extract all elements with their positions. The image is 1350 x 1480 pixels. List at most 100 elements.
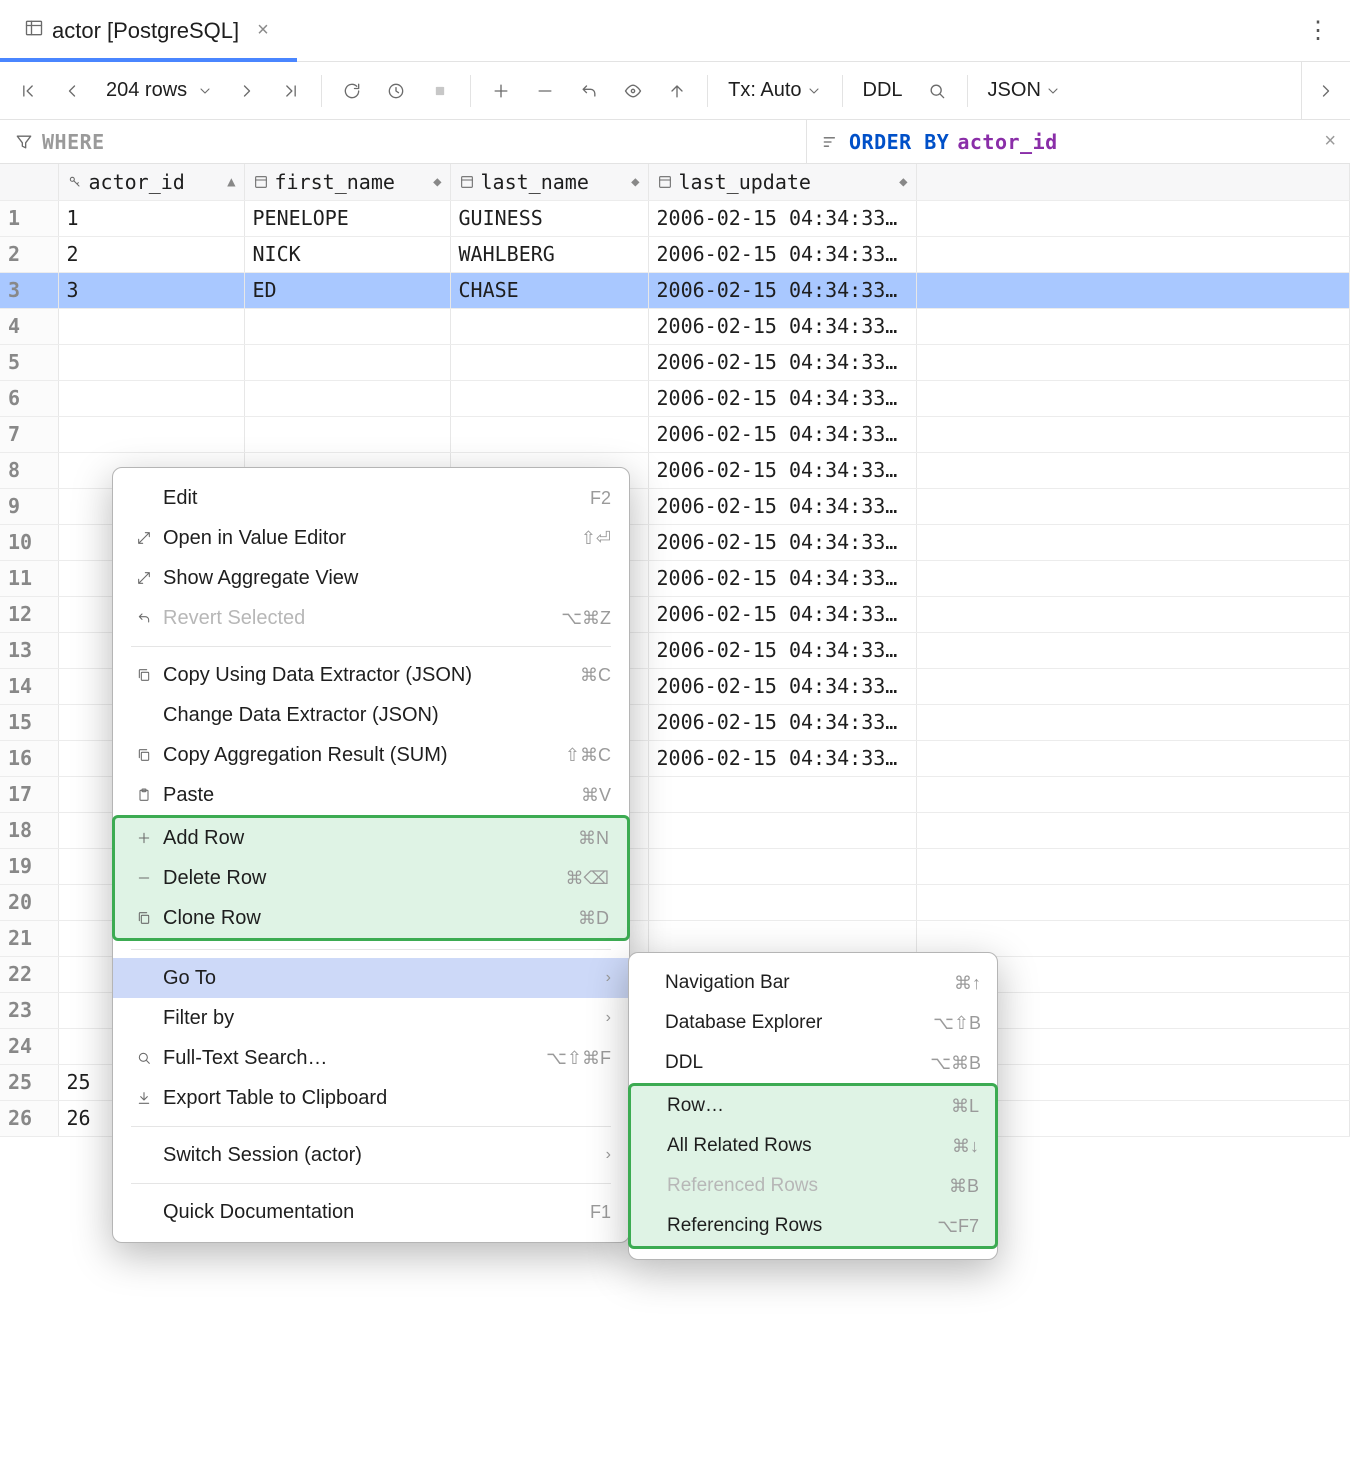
table-row[interactable]: 6 2006-02-15 04:34:33…: [0, 380, 1350, 416]
cell-last_name[interactable]: WAHLBERG: [450, 236, 648, 272]
clear-order-icon[interactable]: ×: [1324, 130, 1336, 153]
row-gutter[interactable]: 25: [0, 1064, 58, 1100]
cell-last_update[interactable]: 2006-02-15 04:34:33…: [648, 524, 916, 560]
submit-button[interactable]: [655, 72, 699, 110]
auto-refresh-button[interactable]: [374, 72, 418, 110]
cell-last_update[interactable]: 2006-02-15 04:34:33…: [648, 668, 916, 704]
menu-copy-aggregation[interactable]: Copy Aggregation Result (SUM)⇧⌘C: [113, 735, 629, 775]
row-gutter[interactable]: 4: [0, 308, 58, 344]
cell-last_update[interactable]: 2006-02-15 04:34:33…: [648, 632, 916, 668]
row-gutter[interactable]: 15: [0, 704, 58, 740]
column-header-first_name[interactable]: first_name ◆: [244, 164, 450, 200]
row-gutter[interactable]: 19: [0, 848, 58, 884]
row-gutter[interactable]: 9: [0, 488, 58, 524]
row-gutter[interactable]: 6: [0, 380, 58, 416]
cell-last_name[interactable]: [450, 416, 648, 452]
cell-actor_id[interactable]: [58, 416, 244, 452]
cell-first_name[interactable]: [244, 308, 450, 344]
table-row[interactable]: 7 2006-02-15 04:34:33…: [0, 416, 1350, 452]
table-row[interactable]: 52006-02-15 04:34:33…: [0, 344, 1350, 380]
row-gutter[interactable]: 3: [0, 272, 58, 308]
row-gutter[interactable]: 8: [0, 452, 58, 488]
cell-last_update[interactable]: [648, 920, 916, 956]
menu-export-clipboard[interactable]: Export Table to Clipboard: [113, 1078, 629, 1118]
row-count-dropdown[interactable]: 204 rows: [94, 79, 225, 102]
cell-last_name[interactable]: CHASE: [450, 272, 648, 308]
row-gutter[interactable]: 10: [0, 524, 58, 560]
tab-actor[interactable]: actor [PostgreSQL] ×: [0, 0, 297, 61]
last-page-button[interactable]: [269, 72, 313, 110]
cell-actor_id[interactable]: [58, 380, 244, 416]
menu-delete-row[interactable]: Delete Row⌘⌫: [115, 858, 627, 898]
cell-actor_id[interactable]: [58, 308, 244, 344]
first-page-button[interactable]: [6, 72, 50, 110]
row-gutter[interactable]: 16: [0, 740, 58, 776]
row-gutter[interactable]: 21: [0, 920, 58, 956]
cell-last_update[interactable]: 2006-02-15 04:34:33…: [648, 308, 916, 344]
row-gutter[interactable]: 2: [0, 236, 58, 272]
cell-last_update[interactable]: 2006-02-15 04:34:33…: [648, 488, 916, 524]
menu-paste[interactable]: Paste⌘V: [113, 775, 629, 815]
cell-last_update[interactable]: 2006-02-15 04:34:33…: [648, 452, 916, 488]
cell-last_update[interactable]: 2006-02-15 04:34:33…: [648, 416, 916, 452]
cell-last_update[interactable]: 2006-02-15 04:34:33…: [648, 704, 916, 740]
menu-copy-json[interactable]: Copy Using Data Extractor (JSON)⌘C: [113, 655, 629, 695]
cell-last_name[interactable]: [450, 380, 648, 416]
table-row[interactable]: 22NICKWAHLBERG2006-02-15 04:34:33…: [0, 236, 1350, 272]
submenu-referencing-rows[interactable]: Referencing Rows⌥F7: [631, 1206, 995, 1246]
cell-last_update[interactable]: [648, 812, 916, 848]
cell-first_name[interactable]: [244, 380, 450, 416]
cell-first_name[interactable]: ED: [244, 272, 450, 308]
submenu-all-related-rows[interactable]: All Related Rows⌘↓: [631, 1126, 995, 1166]
cell-first_name[interactable]: [244, 344, 450, 380]
cell-last_update[interactable]: 2006-02-15 04:34:33…: [648, 200, 916, 236]
table-row[interactable]: 11PENELOPEGUINESS2006-02-15 04:34:33…: [0, 200, 1350, 236]
row-gutter[interactable]: 5: [0, 344, 58, 380]
menu-go-to[interactable]: Go To›: [113, 958, 629, 998]
cell-last_update[interactable]: 2006-02-15 04:34:33…: [648, 740, 916, 776]
submenu-navigation-bar[interactable]: Navigation Bar⌘↑: [629, 963, 997, 1003]
cell-first_name[interactable]: NICK: [244, 236, 450, 272]
row-gutter[interactable]: 7: [0, 416, 58, 452]
tx-mode-dropdown[interactable]: Tx: Auto: [716, 72, 833, 110]
export-format-dropdown[interactable]: JSON: [976, 72, 1073, 110]
row-gutter[interactable]: 22: [0, 956, 58, 992]
row-gutter[interactable]: 23: [0, 992, 58, 1028]
row-gutter[interactable]: 1: [0, 200, 58, 236]
menu-clone-row[interactable]: Clone Row⌘D: [115, 898, 627, 938]
cell-actor_id[interactable]: 3: [58, 272, 244, 308]
cell-last_update[interactable]: 2006-02-15 04:34:33…: [648, 272, 916, 308]
cell-last_update[interactable]: [648, 848, 916, 884]
delete-row-button[interactable]: [523, 72, 567, 110]
ddl-button[interactable]: DDL: [851, 72, 915, 110]
column-header-actor_id[interactable]: actor_id ▲: [58, 164, 244, 200]
close-icon[interactable]: ×: [247, 15, 279, 46]
row-gutter[interactable]: 13: [0, 632, 58, 668]
cell-last_name[interactable]: GUINESS: [450, 200, 648, 236]
row-gutter[interactable]: 12: [0, 596, 58, 632]
where-filter-input[interactable]: WHERE: [0, 120, 806, 163]
cell-last_update[interactable]: [648, 884, 916, 920]
cell-last_update[interactable]: 2006-02-15 04:34:33…: [648, 380, 916, 416]
row-gutter[interactable]: 24: [0, 1028, 58, 1064]
cell-last_name[interactable]: [450, 344, 648, 380]
menu-switch-session[interactable]: Switch Session (actor)›: [113, 1135, 629, 1175]
toolbar-scroll-right[interactable]: [1301, 62, 1350, 120]
stop-button[interactable]: [418, 72, 462, 110]
menu-add-row[interactable]: Add Row⌘N: [115, 818, 627, 858]
submenu-database-explorer[interactable]: Database Explorer⌥⇧B: [629, 1003, 997, 1043]
menu-edit[interactable]: EditF2: [113, 478, 629, 518]
row-gutter[interactable]: 18: [0, 812, 58, 848]
menu-filter-by[interactable]: Filter by›: [113, 998, 629, 1038]
cell-actor_id[interactable]: [58, 344, 244, 380]
row-gutter[interactable]: 17: [0, 776, 58, 812]
table-row[interactable]: 33EDCHASE2006-02-15 04:34:33…: [0, 272, 1350, 308]
cell-actor_id[interactable]: 1: [58, 200, 244, 236]
table-row[interactable]: 4 2006-02-15 04:34:33…: [0, 308, 1350, 344]
menu-quick-doc[interactable]: Quick DocumentationF1: [113, 1192, 629, 1232]
cell-first_name[interactable]: PENELOPE: [244, 200, 450, 236]
cell-last_update[interactable]: 2006-02-15 04:34:33…: [648, 560, 916, 596]
tab-overflow-menu[interactable]: ⋮: [1288, 0, 1350, 61]
cell-last_name[interactable]: [450, 308, 648, 344]
cell-actor_id[interactable]: 2: [58, 236, 244, 272]
